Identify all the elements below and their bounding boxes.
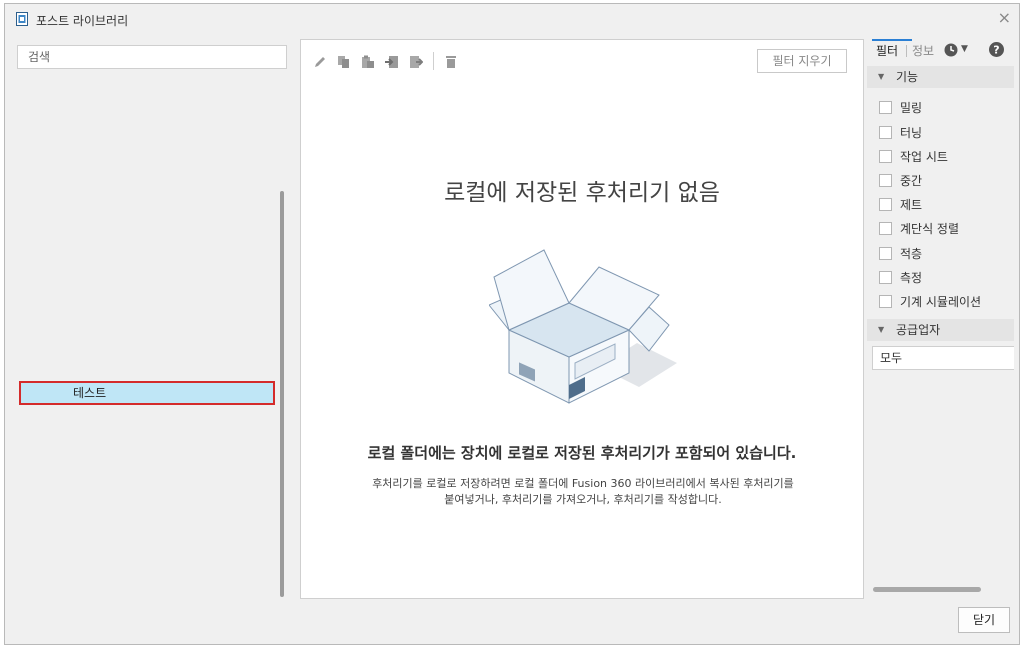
- checkbox-icon[interactable]: [879, 295, 892, 308]
- active-tab-indicator: [872, 39, 912, 41]
- checkbox-icon[interactable]: [879, 101, 892, 114]
- checkbox-label: 터닝: [900, 126, 923, 140]
- toolbar-separator: [433, 52, 434, 70]
- post-list-panel: 필터 지우기 로컬에 저장된 후처리기 없음 로컬 폴더에는 장치에 로컬로 저…: [300, 39, 864, 599]
- section-vendor[interactable]: ▼ 공급업자: [867, 319, 1014, 341]
- delete-icon[interactable]: [444, 54, 458, 68]
- search-input[interactable]: [17, 45, 287, 69]
- filter-panel-scrollbar[interactable]: [873, 587, 981, 592]
- tree-scrollbar-thumb[interactable]: [280, 191, 284, 597]
- checkbox-icon[interactable]: [879, 174, 892, 187]
- clock-icon[interactable]: [944, 42, 958, 57]
- section-vendor-label: 공급업자: [896, 323, 941, 337]
- tab-divider: [906, 45, 907, 57]
- close-icon[interactable]: ×: [998, 9, 1011, 27]
- checkbox-label: 계단식 정렬: [900, 222, 960, 236]
- checkbox-icon[interactable]: [879, 271, 892, 284]
- checkbox-icon[interactable]: [879, 222, 892, 235]
- tab-info[interactable]: 정보: [912, 43, 934, 59]
- toolbar: [313, 50, 458, 72]
- filter-tabs: 필터 정보 ▼ ?: [867, 39, 1014, 61]
- export-icon[interactable]: [409, 54, 424, 68]
- collapse-caret-icon: ▼: [878, 325, 885, 334]
- empty-state-description: 후처리기를 로컬로 저장하려면 로컬 폴더에 Fusion 360 라이브러리에…: [321, 476, 845, 508]
- section-function-label: 기능: [896, 70, 919, 84]
- checkbox-label: 중간: [900, 174, 923, 188]
- checkbox-label: 기계 시뮬레이션: [900, 295, 982, 309]
- paste-icon[interactable]: [361, 54, 375, 68]
- chevron-down-icon[interactable]: ▼: [961, 44, 968, 54]
- pencil-icon[interactable]: [313, 54, 327, 68]
- checkbox-label: 밀링: [900, 101, 923, 115]
- tab-filter[interactable]: 필터: [876, 43, 898, 59]
- checkbox-label: 작업 시트: [900, 150, 948, 164]
- import-icon[interactable]: [385, 54, 399, 68]
- checkbox-icon[interactable]: [879, 247, 892, 260]
- checkbox-icon[interactable]: [879, 126, 892, 139]
- svg-text:?: ?: [993, 44, 999, 57]
- vendor-select[interactable]: 모두: [872, 346, 1014, 370]
- open-box-illustration: [488, 245, 679, 405]
- post-library-icon: [14, 11, 30, 27]
- clear-filter-button[interactable]: 필터 지우기: [757, 49, 847, 73]
- section-function[interactable]: ▼ 기능: [867, 66, 1014, 88]
- empty-state-heading: 로컬 폴더에는 장치에 로컬로 저장된 후처리기가 포함되어 있습니다.: [367, 444, 797, 462]
- copy-icon[interactable]: [337, 54, 351, 68]
- empty-state-desc-line2: 붙여넣거나, 후처리기를 가져오거나, 후처리기를 작성합니다.: [444, 493, 722, 506]
- library-tree-panel: 테스트: [17, 45, 287, 598]
- window-title: 포스트 라이브러리: [36, 14, 129, 28]
- post-library-window: 포스트 라이브러리 × 테스트: [4, 3, 1020, 645]
- filter-panel: 필터 정보 ▼ ? ▼ 기능 밀링 터닝 작업 시트 중간 제트 계단식 정렬 …: [867, 39, 1014, 599]
- checkbox-label: 제트: [900, 198, 923, 212]
- checkbox-icon[interactable]: [879, 198, 892, 211]
- close-button[interactable]: 닫기: [958, 607, 1010, 633]
- empty-state-title: 로컬에 저장된 후처리기 없음: [444, 180, 720, 206]
- checkbox-label: 측정: [900, 271, 923, 285]
- title-bar: 포스트 라이브러리 ×: [5, 4, 1019, 34]
- checkbox-label: 적층: [900, 247, 923, 261]
- empty-state-desc-line1: 후처리기를 로컬로 저장하려면 로컬 폴더에 Fusion 360 라이브러리에…: [372, 477, 794, 490]
- checkbox-icon[interactable]: [879, 150, 892, 163]
- tree-scrollbar[interactable]: [277, 85, 285, 598]
- tree-item-test[interactable]: 테스트: [19, 381, 275, 405]
- help-icon[interactable]: ?: [989, 42, 1004, 57]
- collapse-caret-icon: ▼: [878, 72, 885, 81]
